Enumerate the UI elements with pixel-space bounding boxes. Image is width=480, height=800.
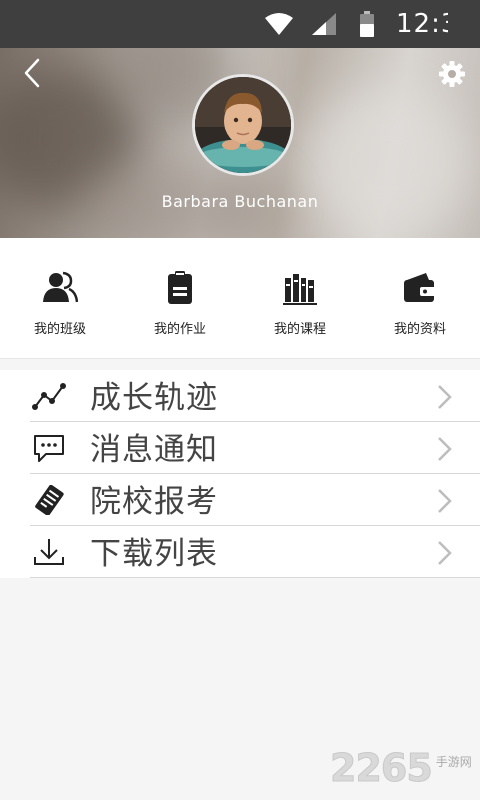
divider [30, 577, 480, 578]
chat-bubble-icon [34, 435, 64, 462]
wallet-icon [404, 273, 436, 302]
quick-item-my-materials[interactable]: 我的资料 [360, 238, 480, 358]
quick-item-my-homework[interactable]: 我的作业 [120, 238, 240, 358]
battery-icon [360, 11, 374, 37]
avatar[interactable] [192, 74, 294, 176]
download-icon [34, 539, 64, 565]
quick-item-label: 我的课程 [273, 322, 326, 337]
chevron-right-icon [438, 541, 452, 565]
people-icon [43, 271, 78, 303]
quick-grid: 我的班级 我的作业 我的课程 我的资料 [0, 238, 480, 359]
menu-item-growth-track[interactable]: 成长轨迹 [0, 370, 480, 422]
quick-item-my-courses[interactable]: 我的课程 [240, 238, 360, 358]
menu-item-label: 院校报考 [90, 484, 218, 520]
menu-item-label: 消息通知 [90, 432, 218, 468]
chevron-right-icon [438, 437, 452, 461]
menu-item-label: 下载列表 [90, 536, 218, 572]
books-icon [283, 274, 317, 305]
quick-item-label: 我的班级 [33, 322, 86, 337]
menu-item-label: 成长轨迹 [90, 380, 218, 416]
trend-line-icon [32, 383, 66, 410]
watermark-number: 2265 [330, 746, 434, 791]
chevron-right-icon [438, 489, 452, 513]
status-time: 12:3 [396, 9, 448, 39]
status-icons: 12:3 [264, 0, 448, 48]
menu-item-download-list[interactable]: 下载列表 [0, 526, 480, 578]
back-button[interactable] [18, 58, 48, 88]
menu-list: 成长轨迹 消息通知 院校报考 下载列表 [0, 370, 480, 578]
watermark-text: 手游网 [435, 755, 472, 769]
quick-item-label: 我的资料 [393, 322, 446, 337]
document-icon [35, 485, 64, 515]
avatar-photo [195, 77, 291, 173]
wifi-icon [265, 13, 293, 35]
clipboard-icon [168, 271, 192, 304]
quick-item-label: 我的作业 [153, 322, 206, 337]
profile-header: Barbara Buchanan [0, 48, 480, 238]
quick-item-my-class[interactable]: 我的班级 [0, 238, 120, 358]
signal-icon [312, 13, 336, 35]
chevron-right-icon [438, 385, 452, 409]
watermark: 2265 手游网 [330, 742, 472, 791]
menu-item-college-application[interactable]: 院校报考 [0, 474, 480, 526]
username: Barbara Buchanan [161, 192, 319, 211]
status-bar: 12:3 [0, 0, 480, 48]
settings-gear-icon[interactable] [438, 60, 466, 88]
menu-item-notifications[interactable]: 消息通知 [0, 422, 480, 474]
